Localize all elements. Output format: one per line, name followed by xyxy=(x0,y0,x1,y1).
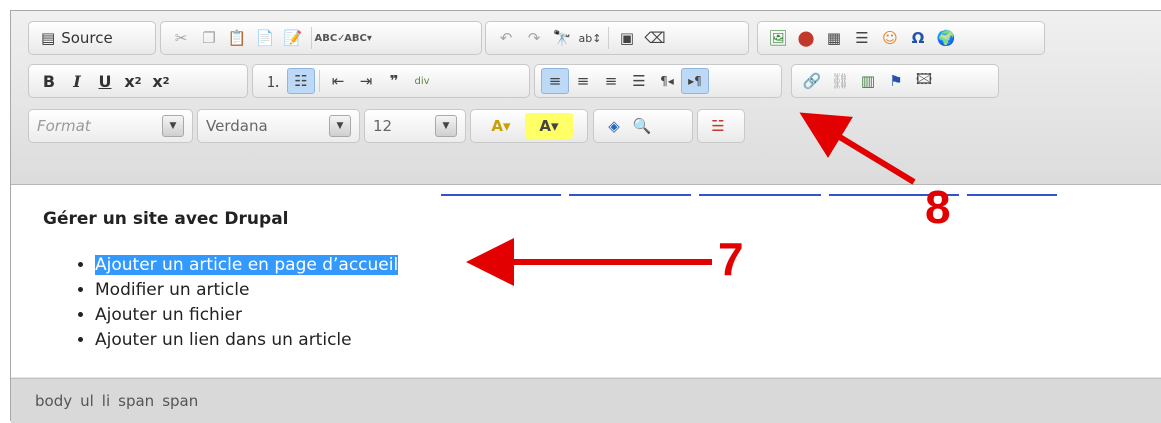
path-item[interactable]: ul xyxy=(80,392,94,410)
spellcheck-as-you-type-icon[interactable]: ABC▾ xyxy=(344,25,372,51)
chevron-down-icon[interactable]: ▼ xyxy=(435,115,457,137)
align-left-icon[interactable]: ≡ xyxy=(541,68,569,94)
format-combo[interactable]: Format ▼ xyxy=(28,109,193,143)
separator xyxy=(608,27,609,49)
selected-text[interactable]: Ajouter un article en page d’accueil xyxy=(95,255,399,275)
find-icon[interactable]: 🔭 xyxy=(548,25,576,51)
rich-text-editor: ▤ Source ✂ ❐ 📋 📄 📝 ABC✓ ABC▾ ↶ ↷ 🔭 ab↕ ▣… xyxy=(10,10,1161,423)
bold-button[interactable]: B xyxy=(35,68,63,94)
list-item[interactable]: Ajouter un article en page d’accueil xyxy=(95,253,399,278)
document-icon: ▤ xyxy=(41,29,56,47)
path-item[interactable]: li xyxy=(102,392,110,410)
indent-icon[interactable]: ⇥ xyxy=(352,68,380,94)
path-item[interactable]: span xyxy=(118,392,154,410)
anchor-list-icon[interactable]: ▥ xyxy=(854,68,882,94)
links-group: 🔗 ⛓ ▥ ⚑ 🖾 xyxy=(791,64,999,98)
font-value: Verdana xyxy=(206,117,268,135)
undo-icon[interactable]: ↶ xyxy=(492,25,520,51)
paragraph-group: ⒈ ☷ ⇤ ⇥ ❞ div xyxy=(252,64,530,98)
background-color-icon[interactable]: A▾ xyxy=(525,113,573,139)
unlink-icon[interactable]: ⛓ xyxy=(826,68,854,94)
show-blocks-icon[interactable]: 🔍 xyxy=(628,113,656,139)
paste-icon[interactable]: 📋 xyxy=(223,25,251,51)
chevron-down-icon[interactable]: ▼ xyxy=(162,115,184,137)
list-item[interactable]: Ajouter un lien dans un article xyxy=(95,328,398,353)
iframe-icon[interactable]: 🌍 xyxy=(932,25,960,51)
format-value: Format xyxy=(37,117,91,135)
numbered-list-icon[interactable]: ⒈ xyxy=(259,68,287,94)
remove-format-icon[interactable]: ⌫ xyxy=(641,25,669,51)
size-value: 12 xyxy=(373,117,393,135)
flash-icon[interactable]: ⬤ xyxy=(792,25,820,51)
cut-icon[interactable]: ✂ xyxy=(167,25,195,51)
horizontal-rule-icon[interactable]: ☰ xyxy=(848,25,876,51)
rtl-icon[interactable]: ▸¶ xyxy=(681,68,709,94)
image-icon[interactable]: 🖼 xyxy=(764,25,792,51)
anchor-flag-icon[interactable]: ⚑ xyxy=(882,68,910,94)
source-group: ▤ Source xyxy=(28,21,156,55)
alignment-group: ≡ ≡ ≡ ☰ ¶◂ ▸¶ xyxy=(534,64,782,98)
source-button-label: Source xyxy=(61,29,113,47)
select-all-icon[interactable]: ▣ xyxy=(613,25,641,51)
list-item[interactable]: Ajouter un fichier xyxy=(95,303,398,328)
clipboard-group: ✂ ❐ 📋 📄 📝 ABC✓ ABC▾ xyxy=(160,21,482,55)
annotation-label-8: 8 xyxy=(925,181,951,233)
tools-group: ◈ 🔍 xyxy=(593,109,693,143)
justify-icon[interactable]: ☰ xyxy=(625,68,653,94)
paste-text-icon[interactable]: 📄 xyxy=(251,25,279,51)
basic-styles-group: B I U x2 x2 xyxy=(28,64,248,98)
bulleted-list: Ajouter un article en page d’accueil Mod… xyxy=(51,253,399,353)
annotation-label-7: 7 xyxy=(718,233,744,285)
bulleted-list-icon[interactable]: ☷ xyxy=(287,68,315,94)
redo-icon[interactable]: ↷ xyxy=(520,25,548,51)
create-div-icon[interactable]: div xyxy=(408,68,436,94)
superscript-icon[interactable]: x2 xyxy=(147,68,175,94)
section-heading: Gérer un site avec Drupal xyxy=(43,209,289,229)
ltr-icon[interactable]: ¶◂ xyxy=(653,68,681,94)
smiley-icon[interactable]: ☺ xyxy=(876,25,904,51)
image-frame-icon[interactable]: 🖾 xyxy=(910,68,938,94)
insert-group: 🖼 ⬤ ▦ ☰ ☺ Ω 🌍 xyxy=(757,21,1045,55)
text-color-icon[interactable]: A▾ xyxy=(477,113,525,139)
copy-icon[interactable]: ❐ xyxy=(195,25,223,51)
pagebreak-group: ☱ xyxy=(697,109,745,143)
blockquote-icon[interactable]: ❞ xyxy=(380,68,408,94)
separator xyxy=(319,70,320,92)
editor-toolbar: ▤ Source ✂ ❐ 📋 📄 📝 ABC✓ ABC▾ ↶ ↷ 🔭 ab↕ ▣… xyxy=(11,11,1161,185)
subscript-icon[interactable]: x2 xyxy=(119,68,147,94)
spellcheck-icon[interactable]: ABC✓ xyxy=(314,25,345,51)
link-icon[interactable]: 🔗 xyxy=(798,68,826,94)
path-item[interactable]: body xyxy=(35,392,72,410)
path-item[interactable]: span xyxy=(162,392,198,410)
element-path-bar: body ul li span span xyxy=(11,378,1161,423)
editor-content[interactable]: Gérer un site avec Drupal Ajouter un art… xyxy=(11,185,1161,377)
color-group: A▾ A▾ xyxy=(470,109,588,143)
chevron-down-icon[interactable]: ▼ xyxy=(329,115,351,137)
source-button[interactable]: ▤ Source xyxy=(35,29,119,47)
page-break-icon[interactable]: ☱ xyxy=(704,113,732,139)
list-item[interactable]: Modifier un article xyxy=(95,278,398,303)
separator xyxy=(311,27,312,49)
underline-button[interactable]: U xyxy=(91,68,119,94)
special-char-icon[interactable]: Ω xyxy=(904,25,932,51)
align-center-icon[interactable]: ≡ xyxy=(569,68,597,94)
size-combo[interactable]: 12 ▼ xyxy=(364,109,466,143)
element-path: body ul li span span xyxy=(35,392,206,410)
outdent-icon[interactable]: ⇤ xyxy=(324,68,352,94)
replace-icon[interactable]: ab↕ xyxy=(576,25,604,51)
maximize-icon[interactable]: ◈ xyxy=(600,113,628,139)
edit-group: ↶ ↷ 🔭 ab↕ ▣ ⌫ xyxy=(485,21,749,55)
cut-off-links xyxy=(441,185,1065,196)
table-icon[interactable]: ▦ xyxy=(820,25,848,51)
paste-word-icon[interactable]: 📝 xyxy=(279,25,307,51)
font-combo[interactable]: Verdana ▼ xyxy=(197,109,360,143)
italic-button[interactable]: I xyxy=(63,68,91,94)
align-right-icon[interactable]: ≡ xyxy=(597,68,625,94)
